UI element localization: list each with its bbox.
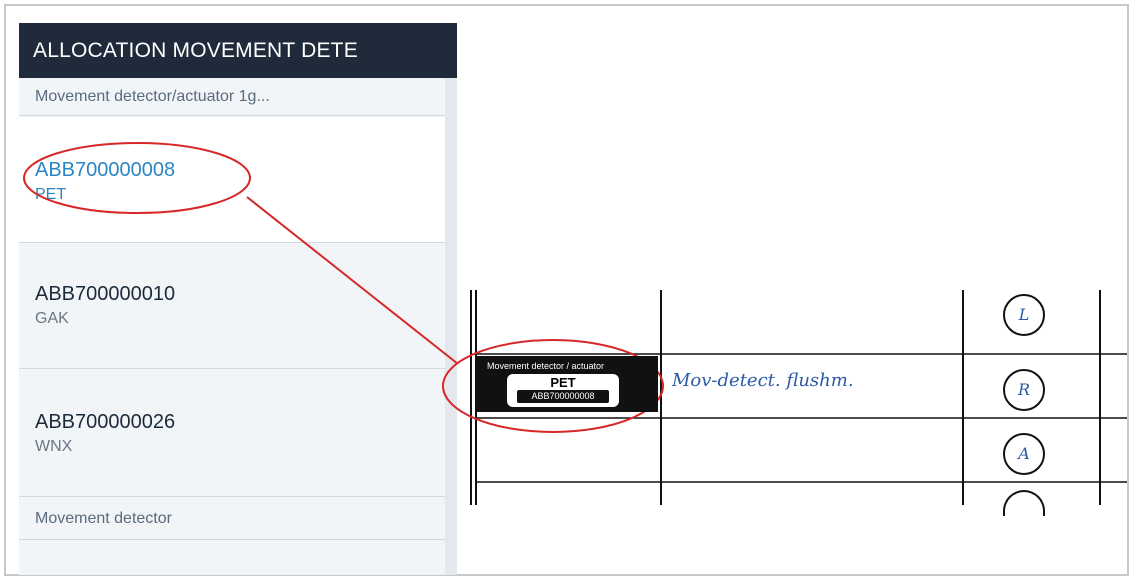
- label-title: Movement detector / actuator: [487, 361, 605, 371]
- device-code: WNX: [35, 438, 73, 455]
- device-id: ABB700000026: [35, 411, 176, 433]
- circle-marker-l: L: [1003, 294, 1045, 336]
- label-number: ABB700000008: [517, 390, 609, 403]
- device-code: PET: [35, 186, 67, 203]
- handwritten-note: Mov-detect. flushm.: [672, 370, 854, 391]
- label-pill: PET ABB700000008: [507, 374, 619, 407]
- device-id: ABB700000010: [35, 283, 176, 305]
- circle-marker-r: R: [1003, 369, 1045, 411]
- section-header-detector[interactable]: Movement detector: [19, 496, 445, 540]
- device-list-item[interactable]: ABB700000010 GAK: [19, 243, 445, 369]
- device-list-item[interactable]: ABB700000026 WNX: [19, 369, 445, 497]
- label-code: PET: [550, 375, 576, 390]
- section-header-actuator[interactable]: Movement detector/actuator 1g...: [19, 78, 445, 116]
- allocation-panel: ALLOCATION MOVEMENT DETE Movement detect…: [19, 23, 457, 575]
- device-list-item-selected[interactable]: ABB700000008 PET: [19, 117, 445, 243]
- device-id: ABB700000008: [35, 159, 176, 181]
- device-code: GAK: [35, 310, 69, 327]
- scrollbar-track[interactable]: [445, 78, 457, 575]
- circle-marker-a: A: [1003, 433, 1045, 475]
- panel-header: ALLOCATION MOVEMENT DETE: [19, 23, 457, 78]
- device-label-sticker: Movement detector / actuator PET ABB7000…: [477, 356, 658, 412]
